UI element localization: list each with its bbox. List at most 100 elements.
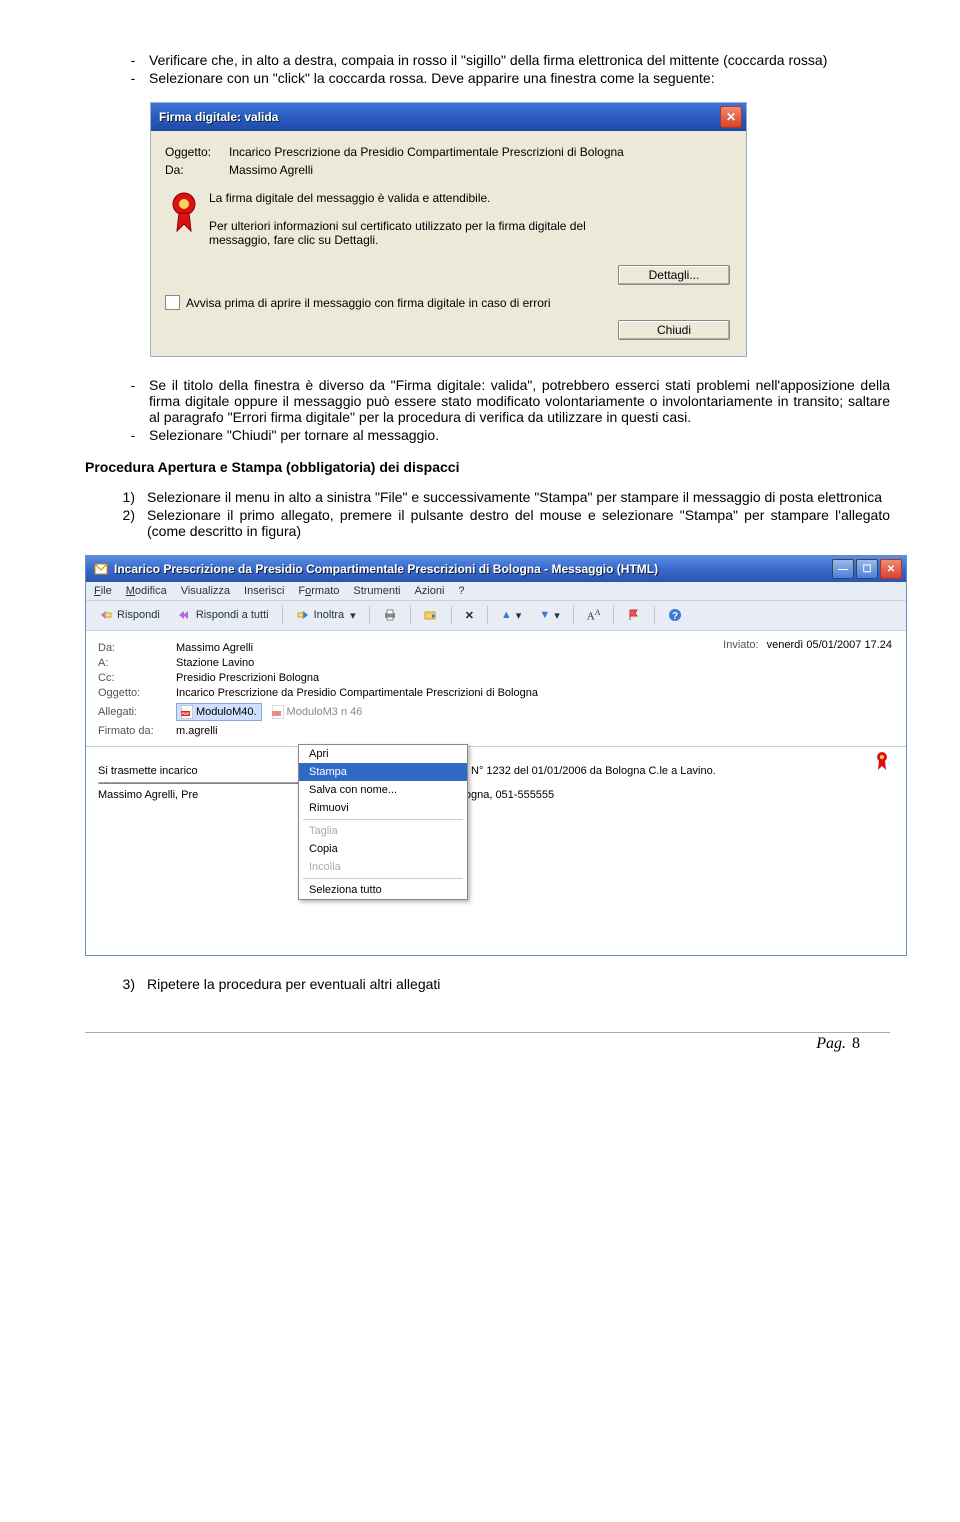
dash-bullet: - [117, 52, 149, 68]
footer-page-number: 8 [852, 1035, 860, 1053]
toolbar: Rispondi Rispondi a tutti Inoltra▾ ✕ ▲▾ … [86, 601, 906, 631]
dialog-title: Firma digitale: valida [159, 110, 278, 124]
ctx-salva[interactable]: Salva con nome... [299, 781, 467, 799]
step-number: 2) [99, 507, 147, 539]
cc-label: Cc: [98, 672, 176, 684]
valid-msg: La firma digitale del messaggio è valida… [209, 191, 732, 205]
signature-rosette-icon[interactable] [874, 751, 890, 771]
menu-azioni[interactable]: Azioni [414, 585, 444, 597]
dialog-titlebar: Firma digitale: valida ✕ [151, 103, 746, 131]
dropdown-icon[interactable]: ▾ [516, 609, 522, 622]
step-number: 1) [99, 489, 147, 505]
attachment-context-menu: Apri Stampa Salva con nome... Rimuovi Ta… [298, 744, 468, 900]
close-icon[interactable]: ✕ [880, 559, 902, 579]
flag-button[interactable] [620, 605, 648, 625]
subject-value: Incarico Prescrizione da Presidio Compar… [229, 145, 624, 159]
from-value: Massimo Agrelli [229, 163, 313, 177]
body-text: Si trasmette incarico [98, 765, 198, 777]
oggetto-label: Oggetto: [98, 687, 176, 699]
info-line2: messaggio, fare clic su Dettagli. [209, 233, 732, 247]
inoltra-button[interactable]: Inoltra▾ [289, 605, 363, 625]
page-footer: Pag. 8 [85, 1032, 890, 1053]
step-text: Selezionare il primo allegato, premere i… [147, 507, 890, 539]
bullet-text: Se il titolo della finestra è diverso da… [149, 377, 890, 425]
ctx-stampa[interactable]: Stampa [299, 763, 467, 781]
mail-icon [94, 562, 108, 576]
subject-label: Oggetto: [165, 145, 229, 159]
pdf-icon: PDF [181, 705, 193, 719]
menu-formato[interactable]: Formato [298, 585, 339, 597]
menu-file[interactable]: File [94, 585, 112, 597]
ctx-seleziona-tutto[interactable]: Seleziona tutto [299, 881, 467, 899]
move-button[interactable] [417, 605, 445, 625]
chiudi-button[interactable]: Chiudi [618, 320, 730, 340]
font-size-icon: AA [587, 608, 601, 623]
from-label: Da: [165, 163, 229, 177]
dropdown-icon[interactable]: ▾ [350, 609, 356, 622]
footer-label: Pag. [816, 1035, 846, 1053]
rosette-icon [165, 191, 203, 233]
cc-value: Presidio Prescrizioni Bologna [176, 672, 894, 684]
a-label: A: [98, 657, 176, 669]
last-numbered: 3)Ripetere la procedura per eventuali al… [85, 976, 890, 992]
menu-strumenti[interactable]: Strumenti [353, 585, 400, 597]
warn-checkbox-row[interactable]: Avvisa prima di aprire il messaggio con … [165, 295, 732, 310]
attachment-item[interactable]: ModuloM3 n 46 [268, 704, 367, 720]
ctx-apri[interactable]: Apri [299, 745, 467, 763]
menu-help[interactable]: ? [458, 585, 464, 597]
oggetto-value: Incarico Prescrizione da Presidio Compar… [176, 687, 894, 699]
svg-text:?: ? [672, 611, 678, 622]
firmato-label: Firmato da: [98, 725, 176, 737]
close-icon[interactable]: ✕ [720, 106, 742, 128]
firmato-value: m.agrelli [176, 725, 218, 737]
dash-bullet: - [117, 70, 149, 86]
section-heading: Procedura Apertura e Stampa (obbligatori… [85, 459, 890, 475]
outlook-message-window: Incarico Prescrizione da Presidio Compar… [85, 555, 907, 956]
menu-inserisci[interactable]: Inserisci [244, 585, 284, 597]
allegati-label: Allegati: [98, 706, 176, 718]
step-text: Selezionare il menu in alto a sinistra "… [147, 489, 890, 505]
menu-visualizza[interactable]: Visualizza [181, 585, 230, 597]
ctx-incolla: Incolla [299, 858, 467, 876]
window-title: Incarico Prescrizione da Presidio Compar… [114, 562, 658, 576]
intro-bullets: -Verificare che, in alto a destra, compa… [85, 52, 890, 86]
attachment-selected[interactable]: PDF ModuloM40. [176, 703, 262, 721]
bullet-text: Verificare che, in alto a destra, compai… [149, 52, 890, 68]
ctx-taglia: Taglia [299, 822, 467, 840]
help-button[interactable]: ? [661, 605, 689, 625]
reply-all-icon [178, 608, 192, 622]
dropdown-icon[interactable]: ▾ [554, 609, 560, 622]
info-line1: Per ulteriori informazioni sul certifica… [209, 219, 732, 233]
delete-x-icon: ✕ [465, 609, 474, 622]
ctx-copia[interactable]: Copia [299, 840, 467, 858]
svg-text:PDF: PDF [182, 711, 191, 716]
dialog-firma-digitale: Firma digitale: valida ✕ Oggetto:Incaric… [150, 102, 747, 357]
dettagli-button[interactable]: Dettagli... [618, 265, 730, 285]
checkbox-icon[interactable] [165, 295, 180, 310]
window-titlebar: Incarico Prescrizione da Presidio Compar… [86, 556, 906, 582]
body-text: Massimo Agrelli, Pre [98, 789, 198, 801]
next-button[interactable]: ▼▾ [532, 606, 566, 625]
step-number: 3) [99, 976, 147, 992]
rispondi-tutti-button[interactable]: Rispondi a tutti [171, 605, 276, 625]
font-size-button[interactable]: AA [580, 605, 608, 626]
ctx-rimuovi[interactable]: Rimuovi [299, 799, 467, 817]
inviato-value: venerdì 05/01/2007 17.24 [767, 639, 892, 651]
prev-button[interactable]: ▲▾ [494, 606, 528, 625]
folder-move-icon [424, 608, 438, 622]
minimize-icon[interactable]: — [832, 559, 854, 579]
pdf-icon [272, 705, 284, 719]
help-icon: ? [668, 608, 682, 622]
arrow-down-icon: ▼ [539, 609, 550, 621]
message-header: Inviato: venerdì 05/01/2007 17.24 Da:Mas… [86, 631, 906, 746]
dash-bullet: - [117, 427, 149, 443]
menu-modifica[interactable]: Modifica [126, 585, 167, 597]
flag-icon [627, 608, 641, 622]
message-body: Si trasmette incarico da allegati, per t… [86, 746, 906, 955]
reply-icon [99, 608, 113, 622]
rispondi-button[interactable]: Rispondi [92, 605, 167, 625]
delete-button[interactable]: ✕ [458, 606, 481, 625]
maximize-icon[interactable]: ☐ [856, 559, 878, 579]
print-button[interactable] [376, 605, 404, 625]
arrow-up-icon: ▲ [501, 609, 512, 621]
